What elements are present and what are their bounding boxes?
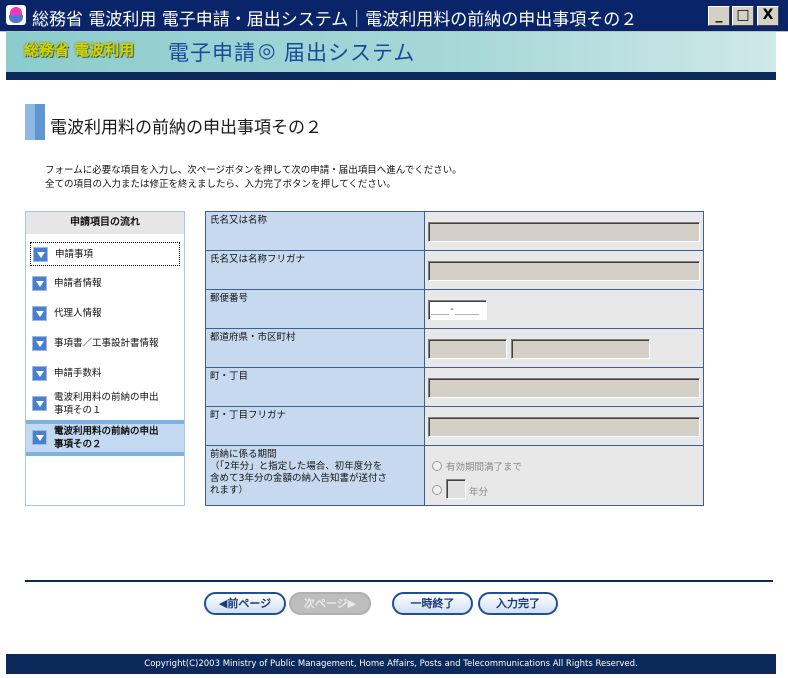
form-row-prefecture: 都道府県・市区町村	[206, 329, 703, 368]
town-kana-input[interactable]	[428, 417, 700, 437]
arrow-down-icon	[33, 247, 48, 262]
town-cell	[425, 368, 703, 406]
name-input[interactable]	[428, 222, 700, 242]
postal-label: 郵便番号	[206, 290, 425, 328]
city-input[interactable]	[511, 339, 650, 359]
kana-input[interactable]	[428, 261, 700, 281]
prev-page-button[interactable]: ◀前ページ	[204, 592, 286, 615]
banner-divider	[6, 72, 776, 80]
complete-button[interactable]: 入力完了	[478, 592, 558, 615]
period-years-input[interactable]	[446, 479, 466, 499]
arrow-down-icon	[32, 430, 47, 445]
sidebar-item-prepay-1[interactable]: 電波利用料の前納の申出 事項その１	[30, 390, 180, 420]
sidebar-header: 申請項目の流れ	[26, 212, 184, 234]
copyright-footer: Copyright(C)2003 Ministry of Public Mana…	[6, 654, 776, 674]
town-label: 町・丁目	[206, 368, 425, 406]
instructions-line-1: フォームに必要な項目を入力し、次ページボタンを押して次の申請・届出項目へ進んでく…	[45, 165, 462, 176]
sidebar-item-prepay-2[interactable]: 電波利用料の前納の申出 事項その２	[26, 420, 184, 456]
town-kana-label: 町・丁目フリガナ	[206, 407, 425, 445]
sidebar-item-label: 申請事項	[55, 249, 94, 260]
minimize-button[interactable]: _	[708, 6, 730, 26]
sidebar-item-fee[interactable]: 申請手数料	[30, 362, 180, 386]
period-until-expiry-label: 有効期間満了まで	[446, 462, 523, 473]
name-cell	[425, 212, 703, 250]
form-row-town: 町・丁目	[206, 368, 703, 407]
arrow-down-icon	[32, 276, 47, 291]
sidebar-item-label: 事項書／工事設計書情報	[54, 338, 159, 349]
period-until-expiry-radio[interactable]	[432, 461, 442, 471]
sidebar-item-label: 申請者情報	[54, 278, 102, 289]
swirl-icon: ◎	[258, 38, 276, 62]
site-banner: 総務省 電波利用 電子申請 ◎ 届出システム	[6, 32, 776, 72]
form-row-name: 氏名又は名称	[206, 212, 703, 251]
form-row-postal: 郵便番号 ___-____	[206, 290, 703, 329]
prefecture-input[interactable]	[428, 339, 507, 359]
name-label: 氏名又は名称	[206, 212, 425, 250]
flow-sidebar: 申請項目の流れ 申請事項 申請者情報 代理人情報 事項書／工事設計書情報 申請手…	[25, 211, 185, 506]
page-title: 電波利用料の前納の申出事項その２	[50, 118, 322, 138]
instructions-line-2: 全ての項目の入力または修正を終えましたら、入力完了ボタンを押してください。	[45, 179, 396, 190]
sidebar-item-design-doc[interactable]: 事項書／工事設計書情報	[30, 332, 180, 356]
kana-cell	[425, 251, 703, 289]
sidebar-item-label: 申請手数料	[54, 368, 102, 379]
period-years-radio[interactable]	[432, 485, 442, 495]
sidebar-item-label: 電波利用料の前納の申出 事項その２	[54, 426, 159, 450]
app-icon	[6, 5, 26, 25]
arrow-down-icon	[32, 396, 47, 411]
pause-button[interactable]: 一時終了	[392, 592, 473, 615]
postal-code-input[interactable]: ___-____	[428, 300, 487, 320]
kana-label: 氏名又は名称フリガナ	[206, 251, 425, 289]
town-input[interactable]	[428, 378, 700, 398]
prefecture-cell	[425, 329, 703, 367]
system-title-part1: 電子申請	[168, 41, 256, 65]
sidebar-item-label: 電波利用料の前納の申出 事項その１	[54, 392, 159, 416]
heading-marker	[25, 104, 45, 140]
arrow-down-icon	[32, 306, 47, 321]
application-form: 氏名又は名称 氏名又は名称フリガナ 郵便番号 ___-____ 都道府県・市区町…	[205, 211, 704, 506]
next-page-button[interactable]: 次ページ▶	[289, 592, 371, 615]
form-row-kana: 氏名又は名称フリガナ	[206, 251, 703, 290]
window-title: 総務省 電波利用 電子申請・届出システム｜電波利用料の前納の申出事項その２	[32, 10, 638, 30]
arrow-down-icon	[32, 366, 47, 381]
maximize-button[interactable]: □	[732, 6, 754, 26]
period-cell: 有効期間満了まで 年分	[425, 446, 703, 505]
form-row-period: 前納に係る期間 （「2年分」と指定した場合、初年度分を 含めて3年分の金額の納入…	[206, 446, 703, 505]
arrow-down-icon	[32, 336, 47, 351]
postal-cell: ___-____	[425, 290, 703, 328]
form-row-town-kana: 町・丁目フリガナ	[206, 407, 703, 446]
sidebar-item-application[interactable]: 申請事項	[30, 242, 180, 266]
system-title-part2: 届出システム	[284, 41, 416, 65]
period-years-suffix: 年分	[469, 487, 489, 498]
town-kana-cell	[425, 407, 703, 445]
prefecture-label: 都道府県・市区町村	[206, 329, 425, 367]
browser-window: 総務省 電波利用 電子申請・届出システム｜電波利用料の前納の申出事項その２ _ …	[0, 0, 788, 678]
sidebar-item-label: 代理人情報	[54, 308, 102, 319]
title-bar: 総務省 電波利用 電子申請・届出システム｜電波利用料の前納の申出事項その２ _ …	[0, 0, 788, 32]
period-label: 前納に係る期間 （「2年分」と指定した場合、初年度分を 含めて3年分の金額の納入…	[206, 446, 425, 505]
sidebar-item-agent[interactable]: 代理人情報	[30, 302, 180, 326]
close-button[interactable]: X	[757, 6, 779, 26]
instructions: フォームに必要な項目を入力し、次ページボタンを押して次の申請・届出項目へ進んでく…	[45, 164, 462, 192]
footer-divider	[25, 580, 773, 582]
sidebar-item-applicant[interactable]: 申請者情報	[30, 272, 180, 296]
ministry-logo: 総務省 電波利用	[24, 41, 135, 59]
